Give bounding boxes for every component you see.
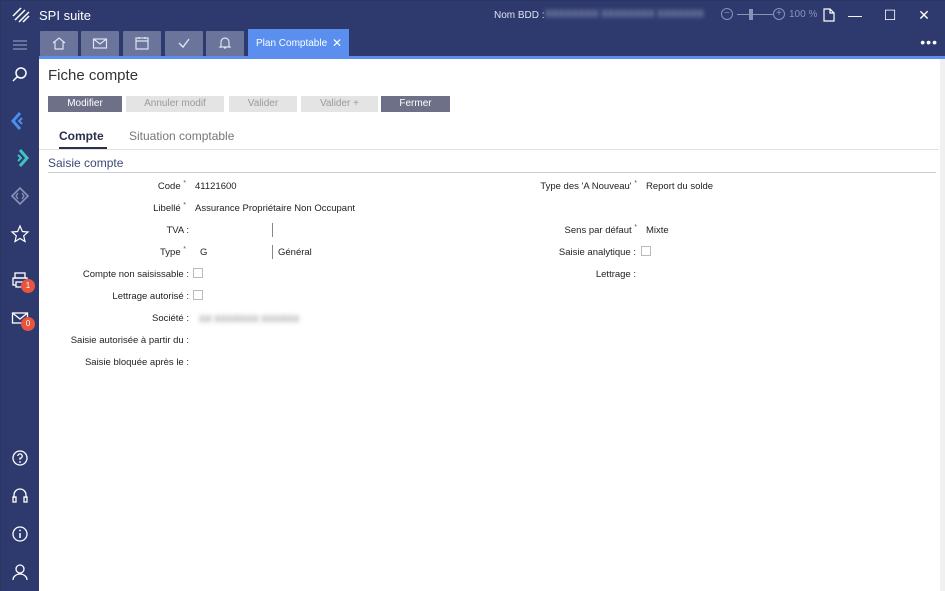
- type-field-separator: [272, 245, 273, 259]
- modifier-button[interactable]: Modifier: [48, 96, 122, 112]
- lettrage-label: Lettrage :: [595, 269, 636, 280]
- libelle-label: Libellé *: [153, 202, 186, 215]
- db-value: XXXXXXXX XXXXXXXX XXXXXXX: [545, 9, 704, 20]
- zoom-track[interactable]: [737, 14, 773, 15]
- type-a-nouveau-label: Type des 'A Nouveau' *: [540, 180, 637, 193]
- tab-plan-comptable[interactable]: Plan Comptable ✕: [248, 29, 349, 56]
- search-icon[interactable]: [10, 65, 30, 85]
- libelle-value[interactable]: Assurance Propriétaire Non Occupant: [195, 203, 355, 214]
- saisie-bloquee-label: Saisie bloquée après le :: [84, 357, 189, 368]
- tab-label: Plan Comptable: [256, 38, 328, 49]
- module-blue-icon[interactable]: [10, 111, 30, 131]
- print-badge: 1: [21, 279, 35, 293]
- lettrage-autorise-checkbox[interactable]: [193, 290, 203, 300]
- app-window: SPI suite Nom BDD : XXXXXXXX XXXXXXXX XX…: [0, 0, 945, 591]
- required-mark: *: [183, 202, 186, 209]
- sidebar: 1 0: [1, 29, 39, 591]
- minimize-button[interactable]: —: [838, 1, 872, 29]
- tab-mail[interactable]: [81, 31, 119, 56]
- required-mark: *: [634, 180, 637, 187]
- zoom-out-icon[interactable]: −: [721, 8, 733, 20]
- lettrage-autorise-label: Lettrage autorisé :: [112, 291, 189, 302]
- module-diamond-icon[interactable]: [10, 186, 30, 206]
- mail-icon: [92, 38, 108, 49]
- tab-compte[interactable]: Compte: [59, 129, 104, 143]
- star-icon[interactable]: [10, 224, 30, 244]
- fermer-button[interactable]: Fermer: [381, 96, 450, 112]
- compte-non-saisissable-label: Compte non saisissable :: [82, 269, 189, 280]
- saisie-autorisee-label: Saisie autorisée à partir du :: [70, 335, 189, 346]
- tab-close-icon[interactable]: ✕: [332, 36, 342, 50]
- annuler-modif-button[interactable]: Annuler modif: [126, 96, 224, 112]
- zoom-in-icon[interactable]: +: [773, 8, 785, 20]
- zoom-value: 100 %: [789, 9, 818, 20]
- code-value[interactable]: 41121600: [195, 181, 237, 192]
- main-content: Fiche compte Modifier Annuler modif Vali…: [39, 59, 945, 591]
- app-title: SPI suite: [39, 8, 92, 23]
- help-icon[interactable]: [10, 448, 30, 468]
- sens-par-defaut-value[interactable]: Mixte: [646, 225, 669, 236]
- home-icon: [52, 37, 66, 50]
- societe-label: Société :: [152, 313, 189, 324]
- subtab-divider: [39, 149, 939, 150]
- headset-icon[interactable]: [10, 486, 30, 506]
- required-mark: *: [183, 246, 186, 253]
- scrollbar[interactable]: [940, 59, 945, 591]
- info-icon[interactable]: [10, 524, 30, 544]
- zoom-slider-thumb[interactable]: [749, 9, 753, 20]
- tva-field-separator: [272, 223, 273, 237]
- type-name-value: Général: [278, 247, 312, 258]
- tab-bar: Plan Comptable ✕ •••: [39, 29, 945, 56]
- document-icon[interactable]: [823, 8, 835, 22]
- tab-notifications[interactable]: [206, 31, 244, 56]
- tva-label: TVA :: [166, 225, 189, 236]
- required-mark: *: [183, 180, 186, 187]
- compte-non-saisissable-checkbox[interactable]: [193, 268, 203, 278]
- close-window-button[interactable]: ✕: [907, 1, 941, 29]
- societe-value[interactable]: XX XXXXXXX XXXXXX: [199, 314, 299, 325]
- more-options-icon[interactable]: •••: [920, 34, 938, 50]
- required-mark: *: [634, 224, 637, 231]
- saisie-analytique-checkbox[interactable]: [641, 246, 651, 256]
- tab-situation-comptable[interactable]: Situation comptable: [129, 129, 234, 143]
- saisie-analytique-label: Saisie analytique :: [558, 247, 636, 258]
- module-teal-icon[interactable]: [10, 148, 30, 168]
- app-logo-icon: [12, 7, 30, 23]
- tab-home[interactable]: [40, 31, 78, 56]
- db-label: Nom BDD :: [494, 10, 545, 21]
- valider-button[interactable]: Valider: [229, 96, 297, 112]
- mail-badge: 0: [21, 317, 35, 331]
- type-a-nouveau-value[interactable]: Report du solde: [646, 181, 713, 192]
- title-bar: SPI suite Nom BDD : XXXXXXXX XXXXXXXX XX…: [1, 1, 945, 29]
- calendar-icon: [135, 37, 149, 50]
- maximize-button[interactable]: ☐: [873, 1, 907, 29]
- valider-plus-button[interactable]: Valider +: [301, 96, 378, 112]
- tab-calendar[interactable]: [123, 31, 161, 56]
- section-title: Saisie compte: [48, 156, 124, 170]
- section-divider: [48, 172, 936, 173]
- user-icon[interactable]: [10, 562, 30, 582]
- type-label: Type *: [160, 246, 186, 259]
- bell-icon: [218, 37, 232, 49]
- type-code-value[interactable]: G: [200, 247, 207, 258]
- page-title: Fiche compte: [48, 67, 139, 84]
- check-icon: [178, 38, 190, 49]
- menu-icon[interactable]: [10, 35, 30, 55]
- sens-par-defaut-label: Sens par défaut *: [564, 224, 637, 237]
- tab-tasks[interactable]: [165, 31, 203, 56]
- subtabs: Compte Situation comptable: [39, 126, 939, 150]
- code-label: Code *: [157, 180, 186, 193]
